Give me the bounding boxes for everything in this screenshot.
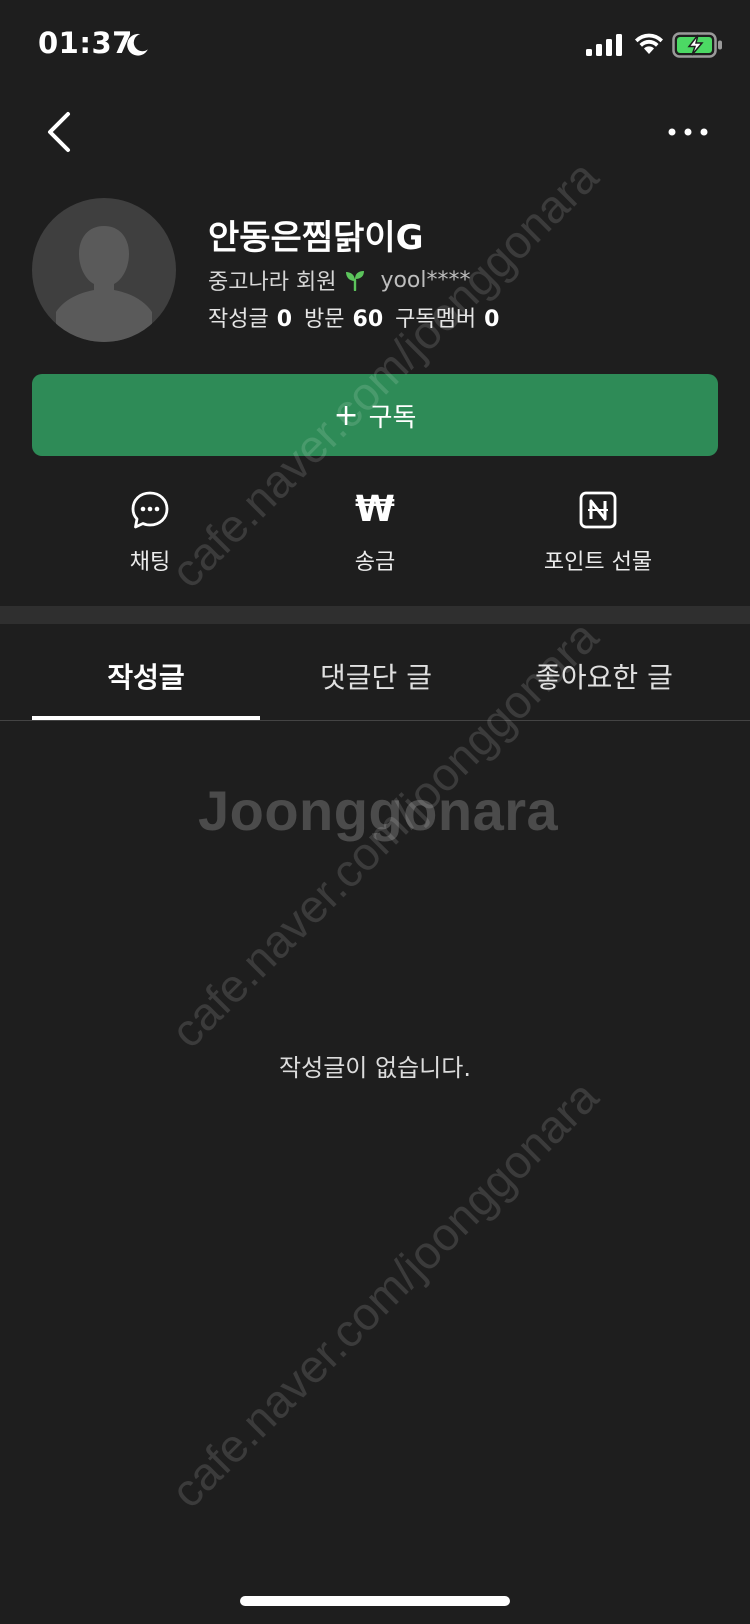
status-bar: 01:37 xyxy=(0,0,750,92)
plus-icon: + xyxy=(333,397,359,433)
stat-subscribers-value: 0 xyxy=(484,307,500,332)
profile-name: 안동은찜닭이G xyxy=(208,218,424,258)
stat-posts-value: 0 xyxy=(276,307,293,332)
transfer-action[interactable]: ₩ 송금 xyxy=(295,490,455,576)
stat-visits-label: 방문 xyxy=(304,307,345,332)
transfer-label: 송금 xyxy=(354,550,396,575)
stat-subscribers-label: 구독멤버 xyxy=(395,307,477,332)
member-info: 중고나라 회원 yool**** xyxy=(208,264,471,296)
member-level: 중고나라 회원 xyxy=(208,270,337,295)
subscribe-label: 구독 xyxy=(368,402,417,433)
point-gift-label: 포인트 선물 xyxy=(543,550,653,575)
profile-stats: 작성글 0 방문 60 구독멤버 0 xyxy=(208,301,511,333)
naver-point-icon xyxy=(579,491,617,529)
member-id: yool**** xyxy=(380,267,471,293)
chat-label: 채팅 xyxy=(129,550,171,575)
tab-commented[interactable]: 댓글단 글 xyxy=(261,656,491,696)
cellular-signal-icon xyxy=(586,34,622,56)
battery-charging-icon xyxy=(672,32,722,58)
tab-liked[interactable]: 좋아요한 글 xyxy=(489,656,719,696)
moon-icon xyxy=(127,33,148,56)
section-divider xyxy=(0,606,750,624)
stat-visits-value: 60 xyxy=(352,307,384,332)
sprout-icon xyxy=(346,271,365,291)
back-arrow-icon[interactable] xyxy=(40,108,80,156)
chat-action[interactable]: 채팅 xyxy=(70,490,230,576)
subscribe-button[interactable]: + 구독 xyxy=(32,374,718,456)
won-icon: ₩ xyxy=(355,489,395,530)
empty-message: 작성글이 없습니다. xyxy=(279,1054,471,1082)
watermark-logo: Joonggonara xyxy=(198,779,559,842)
tab-border xyxy=(0,720,750,721)
stat-posts-label: 작성글 xyxy=(208,307,269,332)
wifi-icon xyxy=(635,33,663,54)
tab-posts[interactable]: 작성글 xyxy=(31,656,261,696)
chat-bubble-icon xyxy=(131,491,169,529)
more-options-icon[interactable] xyxy=(664,112,712,152)
point-gift-action[interactable]: 포인트 선물 xyxy=(518,490,678,576)
home-indicator[interactable] xyxy=(240,1596,510,1606)
watermark-text: cafe.naver.com/joonggonara xyxy=(160,1070,608,1518)
default-avatar-icon xyxy=(56,226,152,342)
status-time: 01:37 xyxy=(38,26,133,60)
avatar xyxy=(32,198,176,342)
